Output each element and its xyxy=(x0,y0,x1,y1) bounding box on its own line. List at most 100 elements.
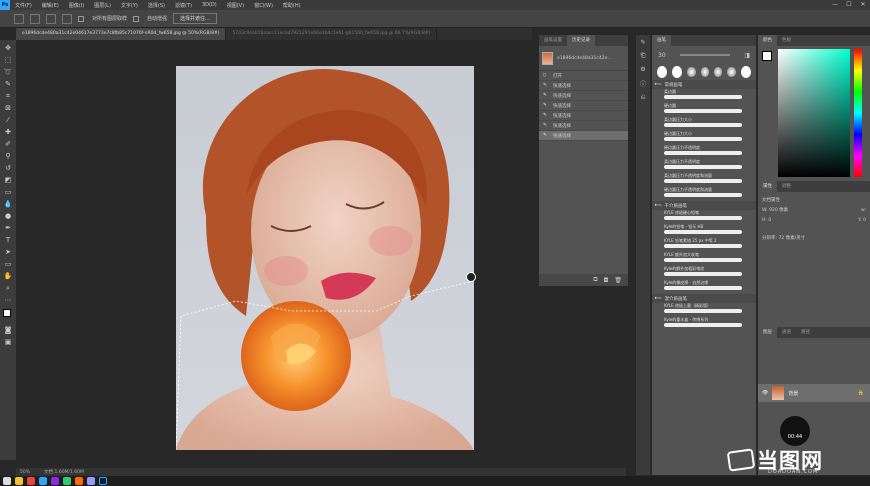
tab-document-1[interactable]: e1896dcde480a31c42e04617e3773e7c8fb85c71… xyxy=(16,28,227,40)
brush-item[interactable]: KYLE 铅笔素描 25 px 中等 2 xyxy=(652,238,756,252)
color-field[interactable] xyxy=(778,49,850,177)
move-tool-icon[interactable]: ✥ xyxy=(3,43,14,53)
adjust-icon[interactable]: ⚙ xyxy=(640,66,645,73)
start-icon[interactable] xyxy=(3,477,11,485)
brush-tip[interactable] xyxy=(657,66,668,78)
brush-item[interactable]: KYLE 终极上墨（精彩版） xyxy=(652,303,756,317)
subtract-selection-icon[interactable] xyxy=(62,13,72,24)
hue-slider[interactable] xyxy=(854,49,862,177)
browser-icon[interactable] xyxy=(27,477,35,485)
menu-type[interactable]: 文字(Y) xyxy=(116,2,143,9)
brush-item[interactable]: KYLE 终极硬心铅笔 xyxy=(652,210,756,224)
crop-tool-icon[interactable]: ⌗ xyxy=(3,91,14,101)
eyedropper-tool-icon[interactable]: ⁄ xyxy=(3,115,14,125)
tab-document-2[interactable]: 5743c9eab16aacc11ecad7921291e66e1bdc1e61… xyxy=(226,28,438,40)
color-swatch-icon[interactable] xyxy=(762,51,772,61)
menu-window[interactable]: 窗口(W) xyxy=(249,2,278,9)
explorer-icon[interactable] xyxy=(15,477,23,485)
path-select-icon[interactable]: ➤ xyxy=(3,247,14,257)
brush-item[interactable]: 硬边圆压力不透明度 xyxy=(652,145,756,159)
layer-row[interactable]: 👁 背景 🔒 xyxy=(758,384,870,402)
height-field[interactable]: H: 0 xyxy=(762,216,771,226)
hand-tool-icon[interactable]: ✋ xyxy=(3,271,14,281)
history-item-selected[interactable]: ✎ 快速选择 xyxy=(539,131,628,141)
sample-all-checkbox[interactable] xyxy=(78,15,84,22)
menu-image[interactable]: 图像(I) xyxy=(64,2,89,9)
new-document-icon[interactable]: ⧉ xyxy=(593,276,597,284)
menu-select[interactable]: 选择(S) xyxy=(143,2,170,9)
tab-history[interactable]: 历史记录 xyxy=(567,35,595,46)
quick-mask-icon[interactable]: ◙ xyxy=(3,325,14,335)
menu-file[interactable]: 文件(F) xyxy=(10,2,37,9)
close-button[interactable]: ✕ xyxy=(856,0,870,10)
add-to-selection-icon[interactable] xyxy=(46,13,56,24)
camera-icon[interactable]: ◘ xyxy=(604,277,609,284)
history-item[interactable]: ▯ 打开 xyxy=(539,71,628,81)
history-brush-icon[interactable]: ↺ xyxy=(3,163,14,173)
tab-brushes[interactable]: 画笔 xyxy=(652,35,671,46)
brush-item[interactable]: 硬边圆压力不透明度和流量 xyxy=(652,187,756,201)
y-field[interactable]: Y: 0 xyxy=(858,216,866,226)
type-tool-icon[interactable]: T xyxy=(3,235,14,245)
x-field[interactable]: w: xyxy=(861,206,866,216)
history-item[interactable]: ✎ 快速选择 xyxy=(539,101,628,111)
brush-group[interactable]: ▸▭ 常规画笔 xyxy=(652,80,756,89)
menu-view[interactable]: 视图(V) xyxy=(222,2,249,9)
tab-properties[interactable]: 属性 xyxy=(758,181,777,192)
minimize-button[interactable]: — xyxy=(828,0,842,10)
app-icon[interactable] xyxy=(87,477,95,485)
tab-paths[interactable]: 路径 xyxy=(796,327,815,338)
brush-item[interactable]: KYLE 额外加大炭笔 xyxy=(652,252,756,266)
maximize-button[interactable]: ☐ xyxy=(842,0,856,10)
document-image[interactable] xyxy=(176,66,474,450)
more-tools-icon[interactable]: ⋯ xyxy=(3,295,14,305)
pen-tool-icon[interactable]: ✒ xyxy=(3,223,14,233)
screen-mode-icon[interactable]: ▣ xyxy=(3,337,14,347)
menu-3d[interactable]: 3D(D) xyxy=(197,2,222,8)
brush-item[interactable]: 柔边圆压力不透明度 xyxy=(652,159,756,173)
brush-tip[interactable] xyxy=(687,67,696,77)
brush-item[interactable]: 硬边圆 xyxy=(652,103,756,117)
brush-panel-icon[interactable]: ✎ xyxy=(640,39,645,46)
tab-brush-settings[interactable]: 画笔设置 xyxy=(539,35,567,46)
healing-brush-icon[interactable]: ✚ xyxy=(3,127,14,137)
shape-tool-icon[interactable]: ▭ xyxy=(3,259,14,269)
brush-size-slider[interactable] xyxy=(679,54,730,56)
info-icon[interactable]: ⓘ xyxy=(640,79,646,88)
stamp-tool-icon[interactable]: ⚲ xyxy=(3,151,14,161)
tab-swatches[interactable]: 色板 xyxy=(777,35,796,46)
zoom-tool-icon[interactable]: ⌕ xyxy=(3,283,14,293)
history-item[interactable]: ✎ 快速选择 xyxy=(539,121,628,131)
width-field[interactable]: W: 920 像素 xyxy=(762,206,788,216)
menu-filter[interactable]: 滤镜(T) xyxy=(170,2,197,9)
clone-source-icon[interactable]: ⎗ xyxy=(641,52,646,60)
zoom-level[interactable]: 50% xyxy=(20,470,30,475)
brush-item[interactable]: 柔边圆 xyxy=(652,89,756,103)
brush-tip[interactable] xyxy=(727,67,736,77)
brush-item[interactable]: Kyle的铅笔 - 铅乐 HB xyxy=(652,224,756,238)
visibility-eye-icon[interactable]: 👁 xyxy=(762,390,768,396)
trash-icon[interactable]: 🗑 xyxy=(614,277,622,284)
brush-item[interactable]: Kyle的橡皮擦 - 自然边缘 xyxy=(652,280,756,294)
history-panel-icon[interactable]: ⎌ xyxy=(641,94,646,102)
app-icon[interactable] xyxy=(63,477,71,485)
select-and-mask-button[interactable]: 选择并遮住... xyxy=(173,13,217,24)
brush-tip[interactable] xyxy=(714,67,723,77)
blur-tool-icon[interactable]: 💧 xyxy=(3,199,14,209)
brush-tip[interactable] xyxy=(740,66,752,78)
brush-item[interactable]: 柔边圆压力不透明度和流量 xyxy=(652,173,756,187)
brush-tool-icon[interactable]: ✐ xyxy=(3,139,14,149)
tab-color[interactable]: 颜色 xyxy=(758,35,777,46)
marquee-tool-icon[interactable]: ⬚ xyxy=(3,55,14,65)
app-icon[interactable] xyxy=(39,477,47,485)
frame-tool-icon[interactable]: ⊠ xyxy=(3,103,14,113)
photoshop-taskbar-icon[interactable] xyxy=(99,477,107,485)
gradient-tool-icon[interactable]: ▭ xyxy=(3,187,14,197)
brush-tip[interactable] xyxy=(700,67,710,77)
new-brush-icon[interactable]: ◨ xyxy=(744,52,750,59)
brush-item[interactable]: 硬边圆压力大小 xyxy=(652,131,756,145)
dodge-tool-icon[interactable]: ● xyxy=(3,211,14,221)
auto-enhance-checkbox[interactable] xyxy=(133,15,140,22)
history-item[interactable]: ✎ 快速选择 xyxy=(539,111,628,121)
quick-selection-tool-icon[interactable]: ✎ xyxy=(3,79,14,89)
